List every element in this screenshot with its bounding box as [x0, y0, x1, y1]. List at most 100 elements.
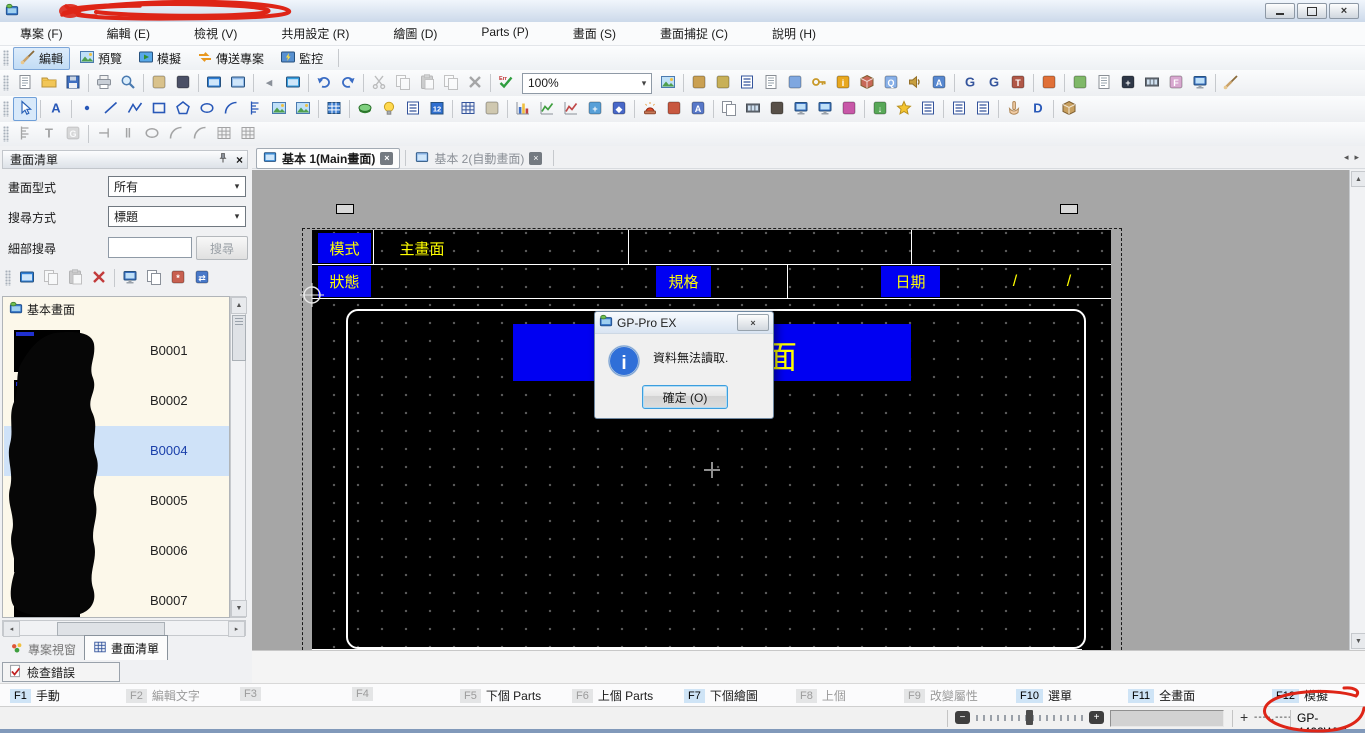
panel-tab-project-window[interactable]: 專案視窗 [2, 638, 84, 660]
dot-button[interactable] [75, 97, 99, 121]
print-preview-button[interactable] [116, 71, 140, 95]
editor-canvas[interactable]: 模式 主畫面 狀態 規格 日期 / / 面 [252, 170, 1365, 650]
pin-icon[interactable] [217, 151, 229, 168]
cell-spec[interactable]: 規格 [656, 266, 711, 297]
xy-graph-button[interactable] [559, 97, 583, 121]
screen-list-item-B0007[interactable]: B0007 [4, 576, 229, 618]
screen-list-item-B0006[interactable]: B0006 [4, 526, 229, 576]
keypad-button[interactable] [456, 97, 480, 121]
polygon-button[interactable] [171, 97, 195, 121]
menu-item-5[interactable]: 繪圖 (D) [379, 22, 451, 45]
display-settings-button[interactable] [118, 266, 142, 290]
address-block-button[interactable] [855, 71, 879, 95]
new-file-button[interactable] [13, 71, 37, 95]
zoom-level-combo[interactable]: 100%▾ [522, 73, 652, 94]
screen-list-item-B0005[interactable]: B0005 [4, 476, 229, 526]
screen-list-item-B0001[interactable]: B0001 [4, 326, 229, 376]
tree-root-base-screens[interactable]: 基本畫面 [9, 301, 75, 318]
transfer-project-button[interactable]: 傳送專案 [190, 47, 271, 70]
minimize-button[interactable] [1265, 3, 1295, 19]
table-button[interactable] [322, 97, 346, 121]
polyline-button[interactable] [123, 97, 147, 121]
circle-ellipse-button[interactable] [195, 97, 219, 121]
image-button[interactable] [267, 97, 291, 121]
hmi-screen[interactable]: 模式 主畫面 狀態 規格 日期 / / 面 [312, 230, 1111, 650]
fkey-f4[interactable]: F4 [352, 687, 373, 701]
historical-trend-graph-button[interactable] [535, 97, 559, 121]
next-screen-button[interactable] [281, 71, 305, 95]
selection-handle[interactable] [1060, 204, 1078, 214]
graph-button[interactable] [511, 97, 535, 121]
movie-player-button[interactable] [741, 97, 765, 121]
keypad-input-button[interactable] [480, 97, 504, 121]
parts-import-button[interactable]: ↓ [868, 97, 892, 121]
menu-item-6[interactable]: Parts (P) [467, 22, 542, 45]
previous-screen-button[interactable]: ◂ [257, 71, 281, 95]
sampling-button[interactable]: ◆ [607, 97, 631, 121]
new-screen-button[interactable] [202, 71, 226, 95]
project-information-button[interactable] [1068, 71, 1092, 95]
fkey-f1[interactable]: F1手動 [10, 687, 60, 704]
cell-date[interactable]: 日期 [881, 266, 940, 297]
menu-item-2[interactable]: 編輯 (E) [93, 22, 164, 45]
screen-preview-button[interactable] [1037, 71, 1061, 95]
screen-list-vscrollbar[interactable]: ▲ ▼ [230, 296, 246, 618]
global-cross-reference-button[interactable]: G [958, 71, 982, 95]
alarm-button[interactable] [638, 97, 662, 121]
screen-list-hscrollbar[interactable]: ◂ ▸ [2, 620, 246, 636]
simulate-button[interactable]: 模擬 [131, 47, 188, 70]
screen-list-item-B0004[interactable]: B0004 [4, 426, 229, 476]
csv-export-button[interactable] [759, 71, 783, 95]
maximize-button[interactable] [1297, 3, 1327, 19]
scroll-up-icon[interactable]: ▲ [1351, 171, 1365, 187]
delete-screen-button[interactable] [87, 266, 111, 290]
zoom-slider[interactable] [976, 713, 1084, 723]
symbol-editor-button[interactable]: + [1116, 71, 1140, 95]
redo-button[interactable] [336, 71, 360, 95]
font-settings-button[interactable]: F [1164, 71, 1188, 95]
text-convert-button[interactable]: A [927, 71, 951, 95]
monitor-button[interactable]: 監控 [273, 47, 330, 70]
fit-screen-button[interactable] [656, 71, 680, 95]
cell-main-screen[interactable]: 主畫面 [371, 233, 473, 263]
text-alarm-button[interactable]: A [686, 97, 710, 121]
error-check-tab[interactable]: 檢查錯誤 [2, 662, 120, 682]
error-check-button[interactable]: Err [494, 71, 518, 95]
clock-update-button[interactable]: T [1006, 71, 1030, 95]
compare-project-button[interactable]: Q [879, 71, 903, 95]
parts-palette1-button[interactable] [947, 97, 971, 121]
special-data-display-button[interactable] [837, 97, 861, 121]
ok-button[interactable]: 確定 (O) [642, 385, 728, 409]
document-tab-2[interactable]: 基本 2(自動畫面)× [409, 149, 548, 168]
scroll-right-icon[interactable]: ▸ [228, 621, 245, 637]
scale-button[interactable] [243, 97, 267, 121]
scrollbar-thumb[interactable] [57, 622, 165, 636]
tab-scroll-left-icon[interactable]: ◂ [1344, 152, 1349, 163]
image-placement-button[interactable] [291, 97, 315, 121]
light-parts-button[interactable] [765, 97, 789, 121]
document-tab-1[interactable]: 基本 1(Main畫面)× [256, 148, 400, 169]
search-mode-select[interactable]: 標題 ▾ [108, 206, 246, 227]
dialog-close-button[interactable]: × [737, 314, 769, 331]
preview-clock-button[interactable] [1188, 71, 1212, 95]
parts-list-button[interactable] [916, 97, 940, 121]
memo-edit-button[interactable] [1092, 71, 1116, 95]
menu-item-9[interactable]: 說明 (H) [758, 22, 830, 45]
dialog-title-bar[interactable]: GP-Pro EX × [595, 312, 773, 334]
fkey-f2[interactable]: F2編輯文字 [126, 687, 200, 704]
screen-jump-button[interactable]: ⇄ [190, 266, 214, 290]
lamp-button[interactable] [377, 97, 401, 121]
menu-item-7[interactable]: 畫面 (S) [559, 22, 630, 45]
fkey-f7[interactable]: F7下個繪圖 [684, 687, 758, 704]
undo-button[interactable] [312, 71, 336, 95]
rotation-handle-icon[interactable] [298, 281, 326, 309]
menu-item-4[interactable]: 共用設定 (R) [267, 22, 363, 45]
canvas-vscrollbar[interactable]: ▲ ▼ [1349, 170, 1365, 650]
zoom-slider-thumb[interactable] [1026, 710, 1033, 725]
system-settings-list-button[interactable] [735, 71, 759, 95]
switch-button[interactable] [353, 97, 377, 121]
scroll-up-icon[interactable]: ▲ [231, 297, 247, 314]
edit-button[interactable]: 編輯 [13, 47, 70, 70]
movie-settings-button[interactable] [1140, 71, 1164, 95]
fkey-f3[interactable]: F3 [240, 687, 261, 701]
